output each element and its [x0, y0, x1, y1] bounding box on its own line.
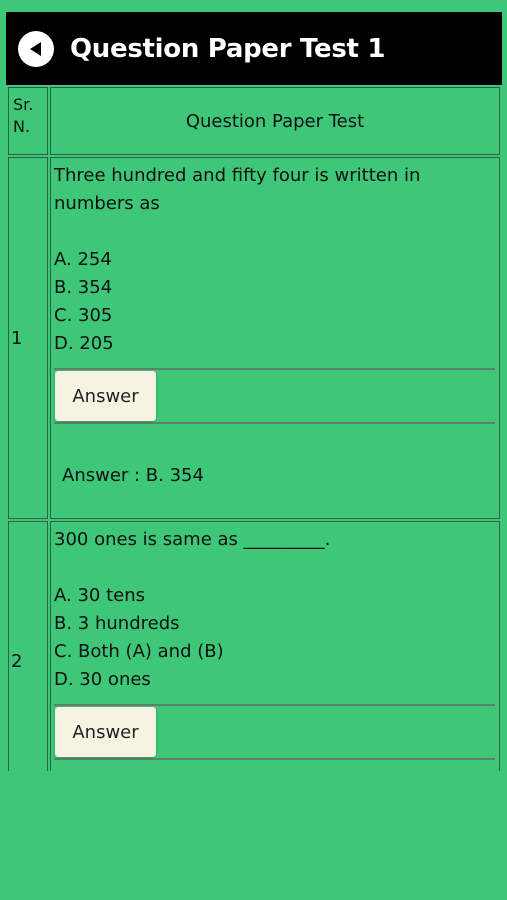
back-button[interactable] [18, 30, 54, 67]
column-header-sr: Sr. N. [8, 87, 48, 155]
table-header-row: Sr. N. Question Paper Test [8, 87, 500, 155]
question-number: 1 [8, 157, 48, 519]
option-c: C. 305 [54, 305, 113, 326]
column-header-question: Question Paper Test [50, 87, 500, 155]
question-cell: Three hundred and fifty four is written … [50, 157, 500, 519]
bottom-area [0, 771, 507, 900]
content-scroll[interactable]: Sr. N. Question Paper Test 1 Three hundr… [6, 85, 502, 771]
column-header-sr-line2: N. [13, 117, 31, 136]
option-c: C. Both (A) and (B) [54, 641, 224, 662]
option-a: A. 254 [54, 249, 112, 270]
answer-bar: Answer [54, 368, 495, 424]
question-number: 2 [8, 521, 48, 771]
app-header: Question Paper Test 1 [6, 12, 502, 85]
answer-bar: Answer [54, 704, 495, 760]
question-text: 300 ones is same as _________. [54, 529, 331, 550]
column-header-sr-line1: Sr. [13, 95, 34, 114]
table-row: 1 Three hundred and fifty four is writte… [8, 157, 500, 519]
answer-button[interactable]: Answer [55, 707, 156, 757]
back-arrow-icon [30, 41, 41, 56]
options-list: A. 30 tens B. 3 hundreds C. Both (A) and… [54, 582, 495, 694]
option-b: B. 3 hundreds [54, 613, 180, 634]
status-band [0, 0, 507, 12]
question-cell: 300 ones is same as _________. A. 30 ten… [50, 521, 500, 771]
options-list: A. 254 B. 354 C. 305 D. 205 [54, 246, 495, 358]
option-d: D. 205 [54, 333, 114, 354]
option-d: D. 30 ones [54, 669, 151, 690]
table-row: 2 300 ones is same as _________. A. 30 t… [8, 521, 500, 771]
answer-button[interactable]: Answer [55, 371, 156, 421]
question-table: Sr. N. Question Paper Test 1 Three hundr… [6, 85, 502, 771]
answer-text: Answer : B. 354 [62, 465, 204, 486]
option-a: A. 30 tens [54, 585, 145, 606]
page-title: Question Paper Test 1 [70, 33, 386, 64]
option-b: B. 354 [54, 277, 113, 298]
question-text: Three hundred and fifty four is written … [54, 165, 421, 214]
